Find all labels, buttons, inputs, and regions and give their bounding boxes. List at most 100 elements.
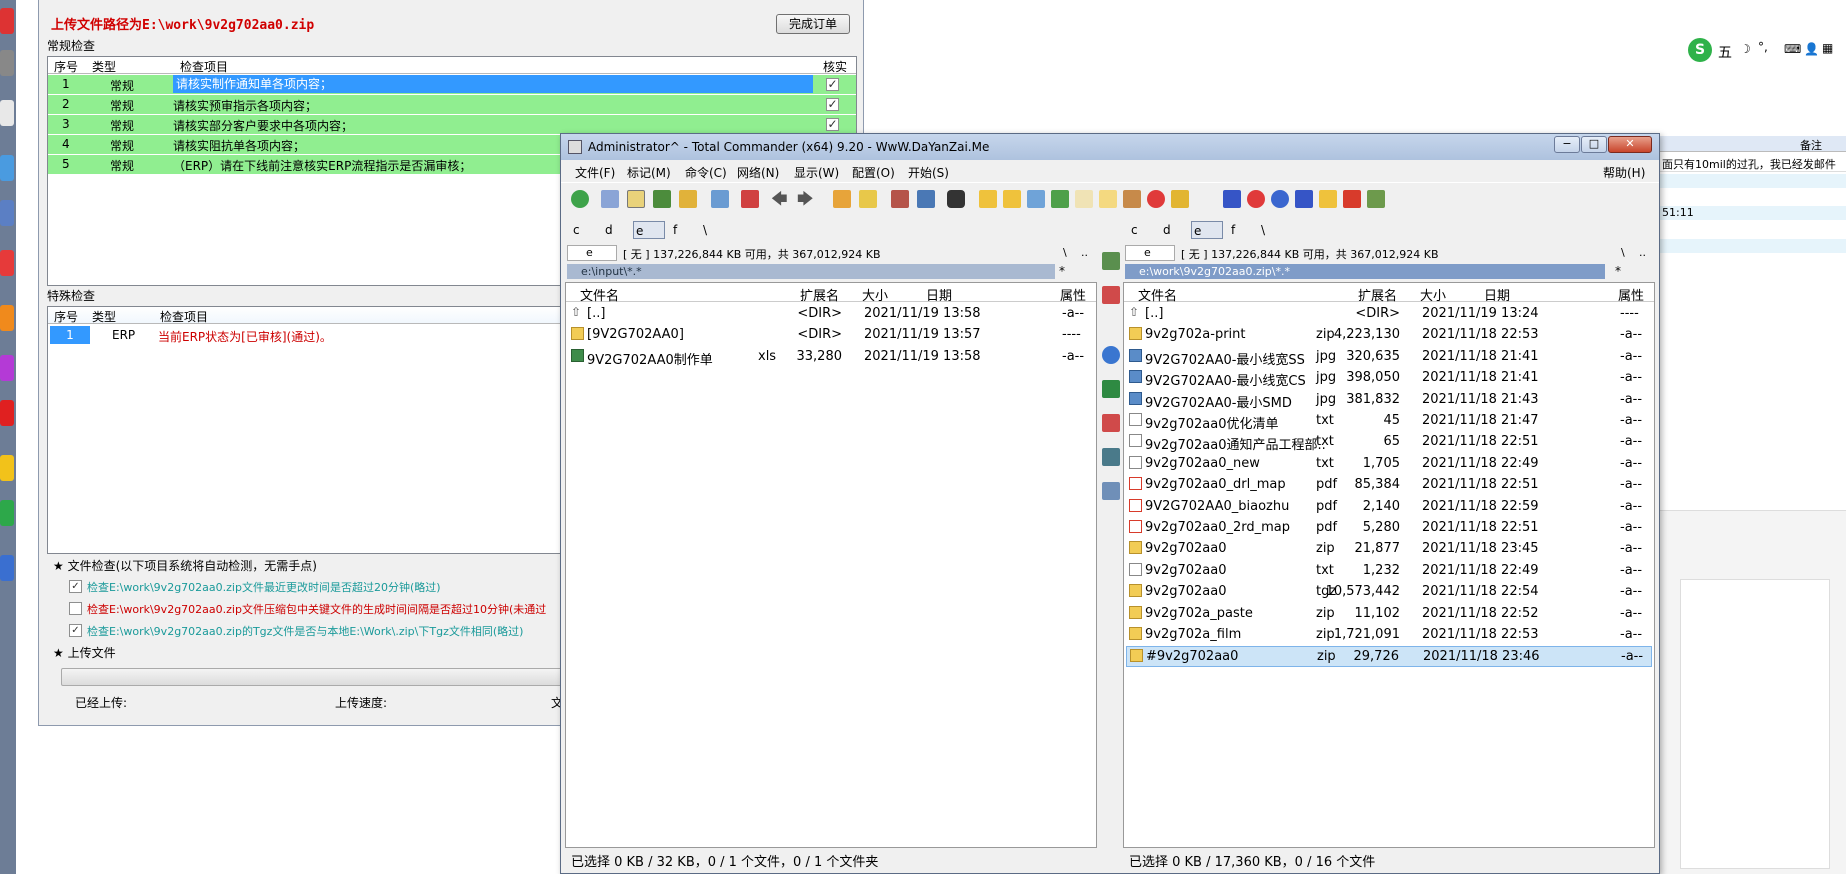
menu-start[interactable]: 开始(S) — [908, 164, 949, 181]
app-icon[interactable] — [0, 50, 14, 76]
info-icon[interactable] — [1271, 190, 1289, 208]
app-icon[interactable] — [0, 8, 14, 34]
file-row[interactable]: ⇧ [..] <DIR> 2021/11/19 13:58 -a-- — [568, 304, 1094, 325]
brief-view-icon[interactable] — [601, 190, 619, 208]
drive-e-button[interactable]: e — [1191, 221, 1223, 239]
app-icon[interactable] — [0, 355, 14, 381]
col-ext[interactable]: 扩展名 — [1358, 285, 1397, 304]
left-filter[interactable]: * — [1059, 264, 1065, 278]
forward-icon[interactable]: 🡆 — [797, 190, 815, 208]
file-row[interactable]: 9v2g702a-print zip 4,223,130 2021/11/18 22:… — [1126, 325, 1652, 346]
menu-file[interactable]: 文件(F) — [575, 164, 615, 181]
drive-icon[interactable] — [1295, 190, 1313, 208]
ime-keyboard-icon[interactable]: ⌨ — [1784, 42, 1801, 56]
file-row[interactable]: 9v2g702aa0 txt 1,232 2021/11/18 22:49 -a-- — [1126, 561, 1652, 582]
col-name[interactable]: 文件名 — [1138, 285, 1177, 304]
file-row[interactable]: 9v2g702a_film zip 1,721,091 2021/11/18 22:5… — [1126, 625, 1652, 646]
network-icon[interactable] — [1102, 448, 1120, 466]
finish-order-button[interactable]: 完成订单 — [776, 14, 850, 34]
menu-help[interactable]: 帮助(H) — [1603, 164, 1645, 181]
drive-f-button[interactable]: f — [671, 221, 677, 239]
title-bar[interactable]: Administrator^ - Total Commander (x64) 9… — [561, 134, 1659, 160]
table-row[interactable]: 3 常规 请核实部分客户要求中各项内容； ✓ — [48, 115, 856, 135]
checkbox[interactable]: ✓ — [69, 624, 82, 637]
app-icon[interactable] — [0, 400, 14, 426]
folder-icon[interactable] — [979, 190, 997, 208]
maximize-button[interactable]: □ — [1581, 136, 1607, 153]
col-size[interactable]: 大小 — [1420, 285, 1446, 304]
file-row[interactable]: [9V2G702AA0] <DIR> 2021/11/19 13:57 ---- — [568, 325, 1094, 346]
tree-icon[interactable] — [679, 190, 697, 208]
checkbox[interactable] — [69, 602, 82, 615]
close-button[interactable]: ✕ — [1608, 136, 1652, 153]
menu-commands[interactable]: 命令(C) — [685, 164, 727, 181]
file-row[interactable]: 9v2g702aa0_drl_map pdf 85,384 2021/11/18 22… — [1126, 475, 1652, 496]
file-row[interactable]: 9V2G702AA0-最小线宽SS jpg 320,635 2021/11/18 21… — [1126, 347, 1652, 368]
col-name[interactable]: 文件名 — [580, 285, 619, 304]
invert-selection-icon[interactable] — [741, 190, 759, 208]
file-row[interactable]: 9v2g702aa0 zip 21,877 2021/11/18 23:45 -a-- — [1126, 539, 1652, 560]
refresh-icon[interactable] — [571, 190, 589, 208]
right-filter[interactable]: * — [1615, 264, 1621, 278]
image-icon[interactable] — [1051, 190, 1069, 208]
detail-view-icon[interactable] — [627, 190, 645, 208]
file-row[interactable]: 9v2g702aa0_2rd_map pdf 5,280 2021/11/18 22:… — [1126, 518, 1652, 539]
drive-select[interactable]: e — [567, 245, 617, 261]
search-icon[interactable] — [947, 190, 965, 208]
up-button[interactable]: .. — [1639, 246, 1646, 259]
checkbox[interactable]: ✓ — [69, 580, 82, 593]
col-date[interactable]: 日期 — [1484, 285, 1510, 304]
app-icon[interactable] — [0, 155, 14, 181]
edit-icon[interactable] — [1075, 190, 1093, 208]
ime-menu-icon[interactable]: ▦ — [1822, 41, 1833, 55]
file-row[interactable]: 9v2g702aa0_new txt 1,705 2021/11/18 22:49 -a… — [1126, 454, 1652, 475]
ime-user-icon[interactable]: 👤 — [1804, 42, 1819, 56]
stop-icon[interactable] — [1247, 190, 1265, 208]
file-row[interactable]: #9v2g702aa0 zip 29,726 2021/11/18 23:46 -a-- — [1126, 646, 1652, 668]
col-size[interactable]: 大小 — [862, 285, 888, 304]
verify-checkbox[interactable]: ✓ — [826, 78, 839, 91]
network-drive-button[interactable]: \ — [1259, 221, 1265, 239]
unpack-icon[interactable] — [859, 190, 877, 208]
file-row[interactable]: 9v2g702aa0优化清单 txt 45 2021/11/18 21:47 -a-- — [1126, 411, 1652, 432]
verify-checkbox[interactable]: ✓ — [826, 118, 839, 131]
file-row[interactable]: 9V2G702AA0_biaozhu pdf 2,140 2021/11/18 22:… — [1126, 497, 1652, 518]
app-icon[interactable] — [0, 305, 14, 331]
ime-moon-icon[interactable]: ☽ — [1740, 42, 1751, 56]
compare-icon[interactable] — [1102, 286, 1120, 304]
col-ext[interactable]: 扩展名 — [800, 285, 839, 304]
file-row[interactable]: 9V2G702AA0-最小SMD jpg 381,832 2021/11/18 21:… — [1126, 390, 1652, 411]
file-row[interactable]: 9V2G702AA0制作单 xls 33,280 2021/11/19 13:58 -a… — [568, 347, 1094, 368]
compare-icon[interactable] — [1102, 414, 1120, 432]
col-attr[interactable]: 属性 — [1060, 285, 1086, 304]
drive-c-button[interactable]: c — [571, 221, 580, 239]
folder-icon[interactable] — [1319, 190, 1337, 208]
file-row[interactable]: 9V2G702AA0-最小线宽CS jpg 398,050 2021/11/18 21… — [1126, 368, 1652, 389]
app-icon[interactable] — [0, 555, 14, 581]
table-row[interactable]: 2 常规 请核实预审指示各项内容； ✓ — [48, 95, 856, 115]
globe-icon[interactable] — [1102, 346, 1120, 364]
user-icon[interactable] — [1102, 252, 1120, 270]
pdf-icon[interactable] — [1343, 190, 1361, 208]
sync-icon[interactable] — [711, 190, 729, 208]
root-button[interactable]: \ — [1063, 246, 1067, 259]
file-row[interactable]: 9v2g702aa0 tgz 10,573,442 2021/11/18 22:54-… — [1126, 582, 1652, 603]
root-button[interactable]: \ — [1621, 246, 1625, 259]
ftp-icon[interactable] — [891, 190, 909, 208]
image-icon[interactable] — [1102, 482, 1120, 500]
col-attr[interactable]: 属性 — [1618, 285, 1644, 304]
excel-icon[interactable] — [1102, 380, 1120, 398]
network-drive-button[interactable]: \ — [701, 221, 707, 239]
tools-icon[interactable] — [1123, 190, 1141, 208]
drive-select[interactable]: e — [1125, 245, 1175, 261]
app-icon[interactable] — [0, 200, 14, 226]
network-icon[interactable] — [1367, 190, 1385, 208]
left-path-bar[interactable]: e:\input\*.* — [567, 264, 1055, 279]
drive-c-button[interactable]: c — [1129, 221, 1138, 239]
app-icon[interactable] — [0, 500, 14, 526]
menu-mark[interactable]: 标记(M) — [627, 164, 671, 181]
file-row[interactable]: 9v2g702aa0通知产品工程部.. txt 65 2021/11/18 22:51… — [1126, 432, 1652, 453]
ime-mode-text[interactable]: 五 — [1718, 42, 1732, 62]
app-icon[interactable] — [0, 250, 14, 276]
drive-f-button[interactable]: f — [1229, 221, 1235, 239]
